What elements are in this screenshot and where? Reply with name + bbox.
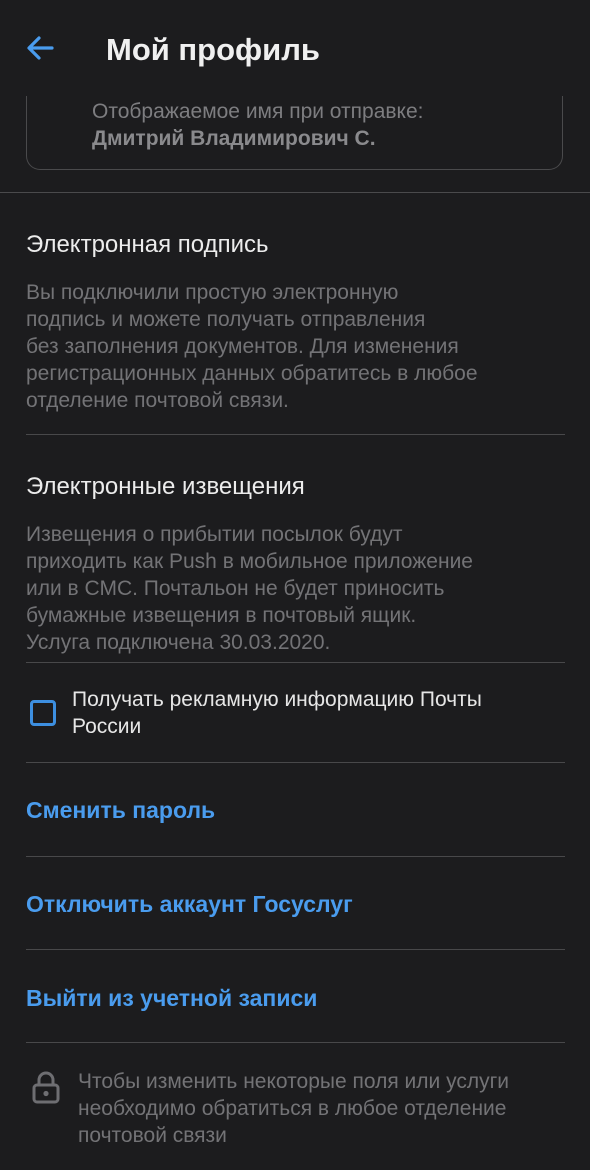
footer-note-text: Чтобы изменить некоторые поля или услуги… — [78, 1070, 509, 1147]
page-title: Мой профиль — [106, 32, 320, 67]
arrow-left-icon — [27, 36, 54, 60]
ads-checkbox-row[interactable]: Получать рекламную информацию Почты Росс… — [30, 686, 565, 740]
change-password-link[interactable]: Сменить пароль — [26, 795, 215, 825]
ads-checkbox[interactable] — [30, 700, 56, 726]
display-name-label: Отображаемое имя при отправке: — [92, 100, 424, 123]
divider — [26, 856, 565, 857]
back-button[interactable] — [20, 28, 60, 68]
logout-link[interactable]: Выйти из учетной записи — [26, 983, 317, 1013]
divider — [26, 662, 565, 663]
footer-note: Чтобы изменить некоторые поля или услуги… — [30, 1068, 570, 1149]
lock-icon — [32, 1071, 60, 1104]
e-notifications-title: Электронные извещения — [26, 473, 305, 500]
section-divider — [0, 192, 590, 193]
e-notifications-text: Извещения о прибытии посылок будут прихо… — [26, 523, 473, 654]
divider — [26, 434, 565, 435]
divider — [26, 762, 565, 763]
divider — [26, 949, 565, 950]
disconnect-gosuslugi-link[interactable]: Отключить аккаунт Госуслуг — [26, 889, 353, 919]
display-name-value: Дмитрий Владимирович С. — [92, 127, 376, 150]
e-signature-text: Вы подключили простую электронную подпис… — [26, 281, 478, 412]
e-signature-title: Электронная подпись — [26, 231, 269, 258]
divider — [26, 1042, 565, 1043]
ads-checkbox-label[interactable]: Получать рекламную информацию Почты Росс… — [72, 686, 542, 740]
app-header: Мой профиль — [0, 0, 590, 96]
